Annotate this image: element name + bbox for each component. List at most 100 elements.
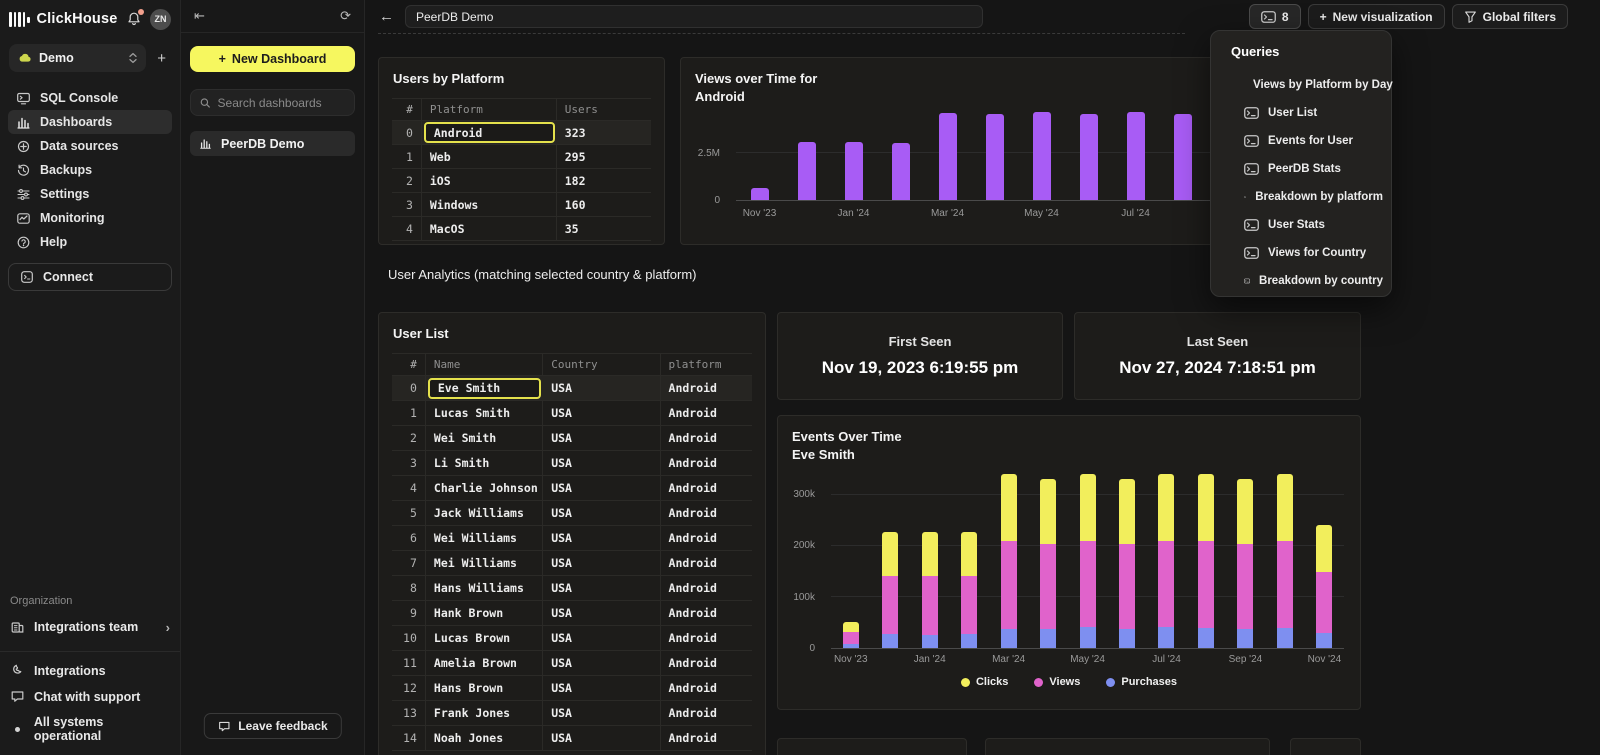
table-cell[interactable]: Hans Brown bbox=[426, 676, 543, 700]
sidebar-item-chat-support[interactable]: Chat with support bbox=[10, 689, 170, 704]
table-cell[interactable]: Li Smith bbox=[426, 451, 543, 475]
query-item[interactable]: User Stats bbox=[1231, 211, 1383, 239]
query-item[interactable]: Views by Platform by Day bbox=[1231, 71, 1383, 99]
table-cell[interactable]: USA bbox=[543, 451, 660, 475]
service-selector[interactable]: Demo bbox=[9, 44, 146, 72]
table-cell[interactable]: Android bbox=[661, 401, 752, 425]
table-cell[interactable]: 182 bbox=[557, 169, 651, 192]
table-cell[interactable]: Android bbox=[661, 576, 752, 600]
table-row[interactable]: 2iOS182 bbox=[392, 169, 651, 193]
table-cell[interactable]: 12 bbox=[392, 676, 426, 700]
table-row[interactable]: 4Charlie JohnsonUSAAndroid bbox=[392, 476, 752, 501]
table-cell[interactable]: Android bbox=[661, 676, 752, 700]
dashboard-title-input[interactable] bbox=[405, 5, 983, 28]
notifications-bell-icon[interactable] bbox=[126, 11, 143, 28]
query-item[interactable]: User List bbox=[1231, 99, 1383, 127]
table-row[interactable]: 10Lucas BrownUSAAndroid bbox=[392, 626, 752, 651]
table-cell[interactable]: USA bbox=[543, 476, 660, 500]
table-cell[interactable]: 1 bbox=[392, 401, 426, 425]
table-cell[interactable]: USA bbox=[543, 626, 660, 650]
table-cell[interactable]: Eve Smith bbox=[428, 378, 541, 399]
dashboard-list-item[interactable]: PeerDB Demo bbox=[190, 131, 355, 156]
table-row[interactable]: 4MacOS35 bbox=[392, 217, 651, 241]
table-row[interactable]: 6Wei WilliamsUSAAndroid bbox=[392, 526, 752, 551]
queries-count-button[interactable]: 8 bbox=[1249, 4, 1301, 29]
table-cell[interactable]: Mei Williams bbox=[426, 551, 543, 575]
table-row[interactable]: 5Jack WilliamsUSAAndroid bbox=[392, 501, 752, 526]
sidebar-item-dashboards[interactable]: Dashboards bbox=[8, 110, 172, 134]
table-cell[interactable]: USA bbox=[543, 551, 660, 575]
table-cell[interactable]: Amelia Brown bbox=[426, 651, 543, 675]
table-cell[interactable]: Android bbox=[661, 451, 752, 475]
table-cell[interactable]: Android bbox=[661, 726, 752, 750]
table-cell[interactable]: 295 bbox=[557, 145, 651, 168]
query-item[interactable]: Breakdown by country bbox=[1231, 267, 1383, 295]
table-cell[interactable]: Lucas Smith bbox=[426, 401, 543, 425]
table-cell[interactable]: iOS bbox=[422, 169, 557, 192]
table-cell[interactable]: USA bbox=[543, 426, 660, 450]
table-cell[interactable]: Android bbox=[661, 476, 752, 500]
sidebar-item-integrations[interactable]: Integrations bbox=[10, 663, 170, 678]
table-cell[interactable]: Android bbox=[661, 551, 752, 575]
table-cell[interactable]: 35 bbox=[557, 217, 651, 240]
table-cell[interactable]: USA bbox=[543, 376, 660, 400]
table-row[interactable]: 1Lucas SmithUSAAndroid bbox=[392, 401, 752, 426]
query-item[interactable]: Breakdown by platform bbox=[1231, 183, 1383, 211]
table-cell[interactable]: Hans Williams bbox=[426, 576, 543, 600]
table-cell[interactable]: Noah Jones bbox=[426, 726, 543, 750]
table-cell[interactable]: USA bbox=[543, 401, 660, 425]
table-row[interactable]: 1Web295 bbox=[392, 145, 651, 169]
table-cell[interactable]: Android bbox=[661, 651, 752, 675]
query-item[interactable]: Events for User bbox=[1231, 127, 1383, 155]
table-cell[interactable]: 14 bbox=[392, 726, 426, 750]
sidebar-item-help[interactable]: Help bbox=[8, 230, 172, 254]
table-cell[interactable]: 7 bbox=[392, 551, 426, 575]
table-row[interactable]: 3Li SmithUSAAndroid bbox=[392, 451, 752, 476]
table-cell[interactable]: 11 bbox=[392, 651, 426, 675]
table-cell[interactable]: Android bbox=[661, 601, 752, 625]
add-service-button[interactable]: + bbox=[152, 50, 171, 67]
table-cell[interactable]: Android bbox=[424, 122, 555, 143]
refresh-icon[interactable]: ⟳ bbox=[340, 8, 351, 24]
global-filters-button[interactable]: Global filters bbox=[1452, 4, 1568, 29]
legend-item[interactable]: Clicks bbox=[961, 676, 1008, 688]
table-cell[interactable]: Jack Williams bbox=[426, 501, 543, 525]
table-cell[interactable]: USA bbox=[543, 676, 660, 700]
legend-item[interactable]: Purchases bbox=[1106, 676, 1177, 688]
table-cell[interactable]: 10 bbox=[392, 626, 426, 650]
table-row[interactable]: 2Wei SmithUSAAndroid bbox=[392, 426, 752, 451]
collapse-panel-icon[interactable]: ⇤ bbox=[194, 8, 205, 24]
search-input[interactable] bbox=[218, 96, 345, 110]
table-cell[interactable]: MacOS bbox=[422, 217, 557, 240]
new-dashboard-button[interactable]: + New Dashboard bbox=[190, 46, 355, 72]
table-cell[interactable]: Wei Smith bbox=[426, 426, 543, 450]
connect-button[interactable]: Connect bbox=[8, 263, 172, 291]
table-cell[interactable]: 0 bbox=[392, 121, 422, 144]
table-row[interactable]: 14Noah JonesUSAAndroid bbox=[392, 726, 752, 751]
table-cell[interactable]: Android bbox=[661, 426, 752, 450]
table-cell[interactable]: USA bbox=[543, 701, 660, 725]
table-cell[interactable]: 3 bbox=[392, 451, 426, 475]
table-row[interactable]: 3Windows160 bbox=[392, 193, 651, 217]
table-cell[interactable]: 1 bbox=[392, 145, 422, 168]
table-cell[interactable]: 2 bbox=[392, 426, 426, 450]
legend-item[interactable]: Views bbox=[1034, 676, 1080, 688]
avatar[interactable]: ZN bbox=[150, 9, 171, 30]
table-cell[interactable]: Charlie Johnson bbox=[426, 476, 543, 500]
table-cell[interactable]: Frank Jones bbox=[426, 701, 543, 725]
table-row[interactable]: 11Amelia BrownUSAAndroid bbox=[392, 651, 752, 676]
table-cell[interactable]: Web bbox=[422, 145, 557, 168]
system-status[interactable]: All systems operational bbox=[10, 715, 170, 743]
table-cell[interactable]: 0 bbox=[392, 376, 426, 400]
table-cell[interactable]: USA bbox=[543, 651, 660, 675]
table-cell[interactable]: 3 bbox=[392, 193, 422, 216]
table-cell[interactable]: USA bbox=[543, 576, 660, 600]
table-row[interactable]: 12Hans BrownUSAAndroid bbox=[392, 676, 752, 701]
table-cell[interactable]: USA bbox=[543, 526, 660, 550]
table-cell[interactable]: Android bbox=[661, 501, 752, 525]
table-cell[interactable]: 9 bbox=[392, 601, 426, 625]
sidebar-item-sql-console[interactable]: SQL Console bbox=[8, 86, 172, 110]
table-row[interactable]: 13Frank JonesUSAAndroid bbox=[392, 701, 752, 726]
table-cell[interactable]: 8 bbox=[392, 576, 426, 600]
sidebar-item-data-sources[interactable]: Data sources bbox=[8, 134, 172, 158]
